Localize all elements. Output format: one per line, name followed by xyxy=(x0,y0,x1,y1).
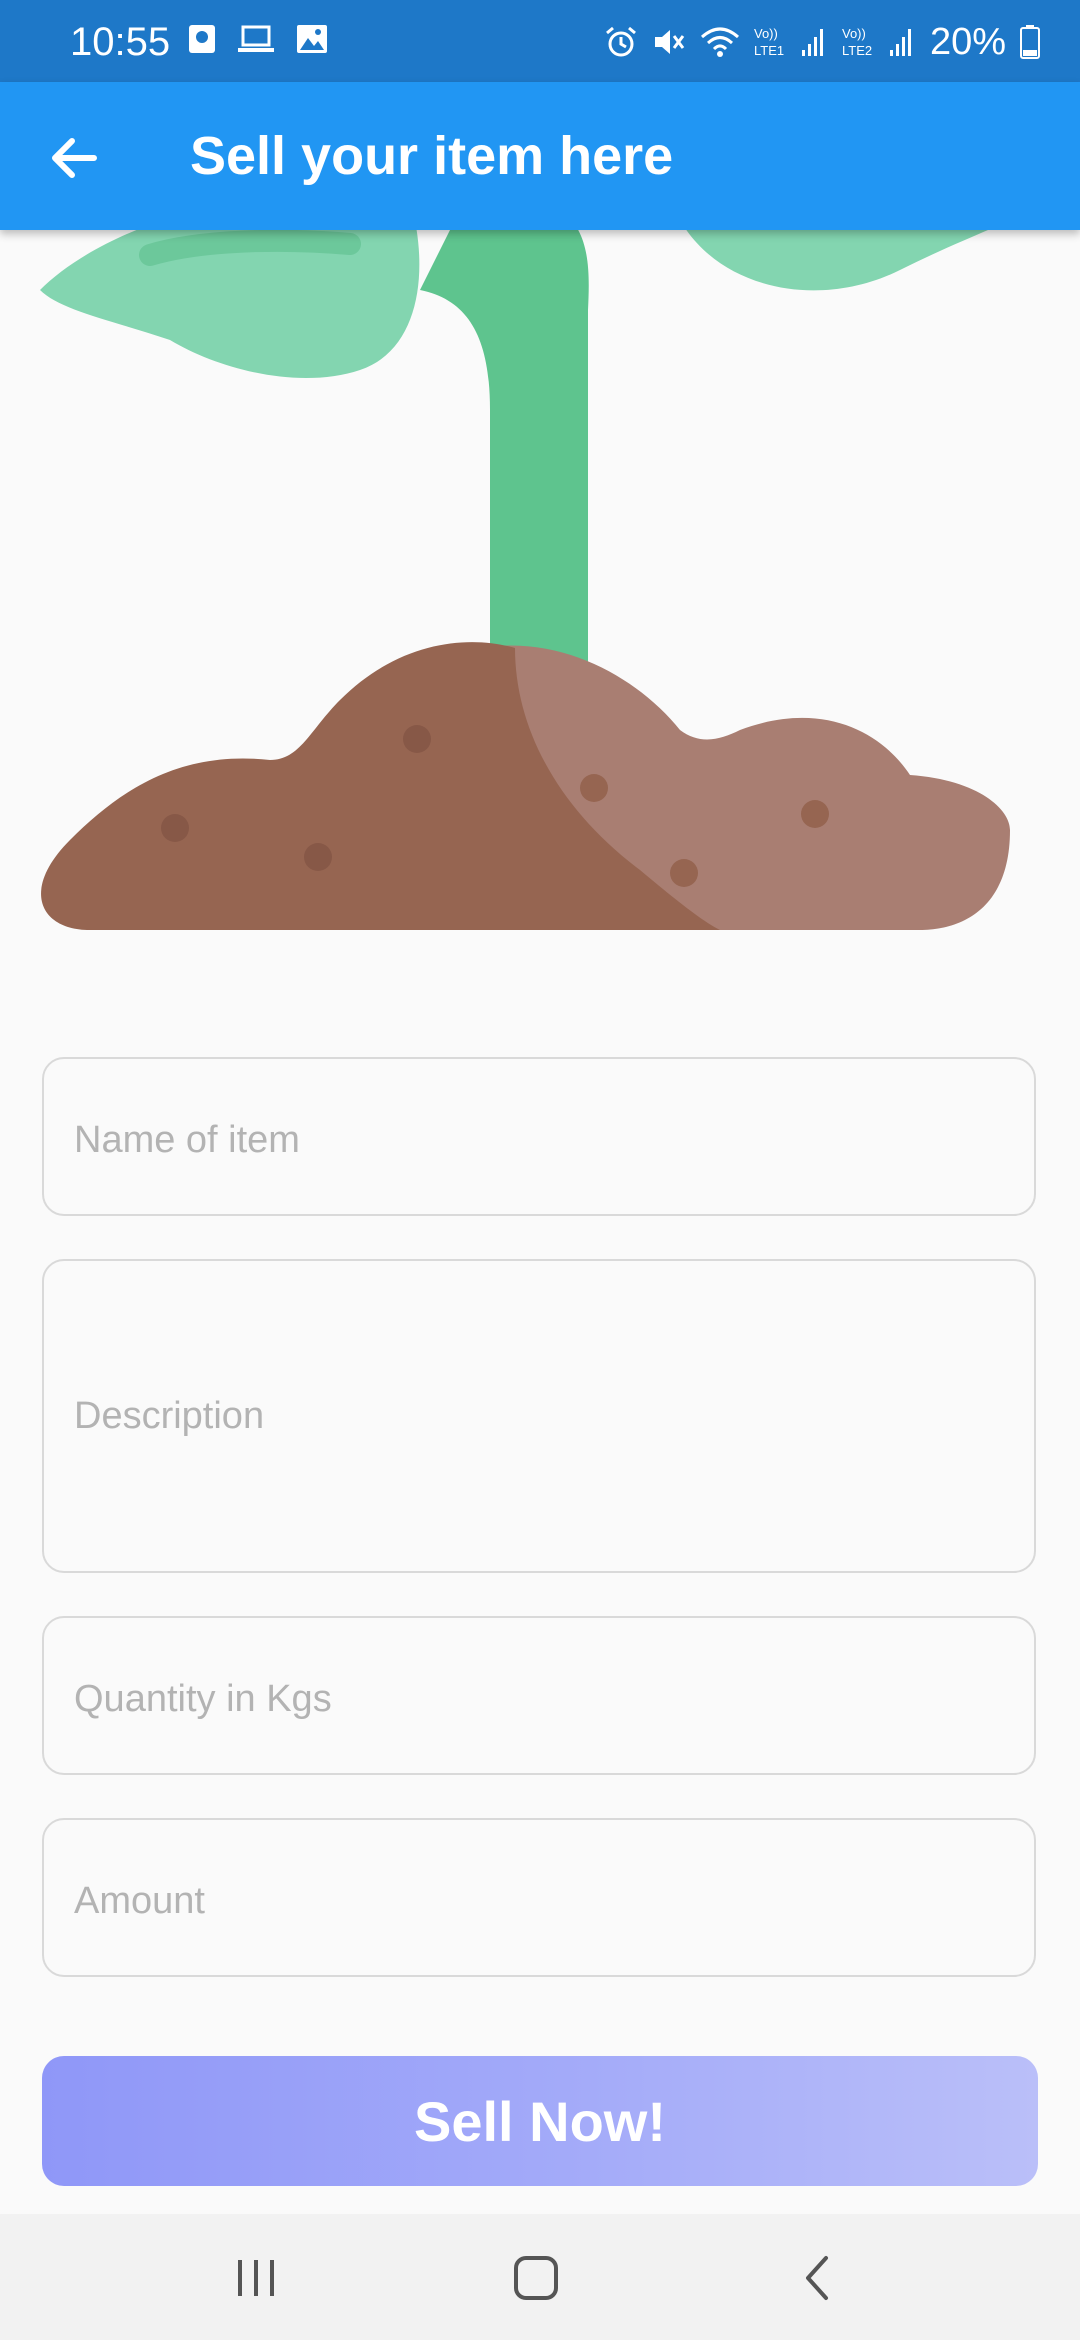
navigation-bar xyxy=(0,2214,1080,2340)
svg-text:Vo)): Vo)) xyxy=(842,26,866,41)
quantity-input[interactable] xyxy=(74,1676,1004,1722)
wifi-icon xyxy=(700,27,739,57)
amount-field[interactable] xyxy=(42,1818,1036,1977)
app-bar: Sell your item here xyxy=(0,82,1080,230)
arrow-back-icon[interactable] xyxy=(44,128,104,188)
plant-illustration xyxy=(0,230,1080,950)
description-field[interactable] xyxy=(42,1259,1036,1573)
item-name-field[interactable] xyxy=(42,1057,1036,1216)
mute-icon xyxy=(654,30,685,54)
signal-lte1-icon: Vo)) LTE1 xyxy=(754,26,823,58)
quantity-field[interactable] xyxy=(42,1616,1036,1775)
plant-sprout-image xyxy=(40,230,1010,930)
battery-percent: 20% xyxy=(929,21,1006,63)
recents-icon[interactable] xyxy=(226,2248,286,2308)
svg-text:LTE1: LTE1 xyxy=(754,43,784,58)
svg-text:LTE2: LTE2 xyxy=(842,43,872,58)
alarm-icon xyxy=(605,26,636,57)
page-title: Sell your item here xyxy=(190,126,674,186)
home-icon[interactable] xyxy=(506,2248,566,2308)
status-time: 10:55 xyxy=(70,20,171,64)
sell-now-button[interactable]: Sell Now! xyxy=(42,2056,1038,2186)
back-icon[interactable] xyxy=(788,2248,848,2308)
signal-lte2-icon: Vo)) LTE2 xyxy=(842,26,911,58)
laptop-icon xyxy=(238,25,274,52)
battery-icon xyxy=(1020,25,1040,59)
amount-input[interactable] xyxy=(74,1878,1004,1924)
status-bar: 10:55 Vo)) LTE1 Vo)) LTE2 20% xyxy=(0,0,1080,82)
svg-text:Vo)): Vo)) xyxy=(754,26,778,41)
item-name-input[interactable] xyxy=(74,1117,1004,1163)
notification-icon xyxy=(189,25,215,53)
image-icon xyxy=(297,25,327,53)
description-input[interactable] xyxy=(74,1395,1004,1447)
